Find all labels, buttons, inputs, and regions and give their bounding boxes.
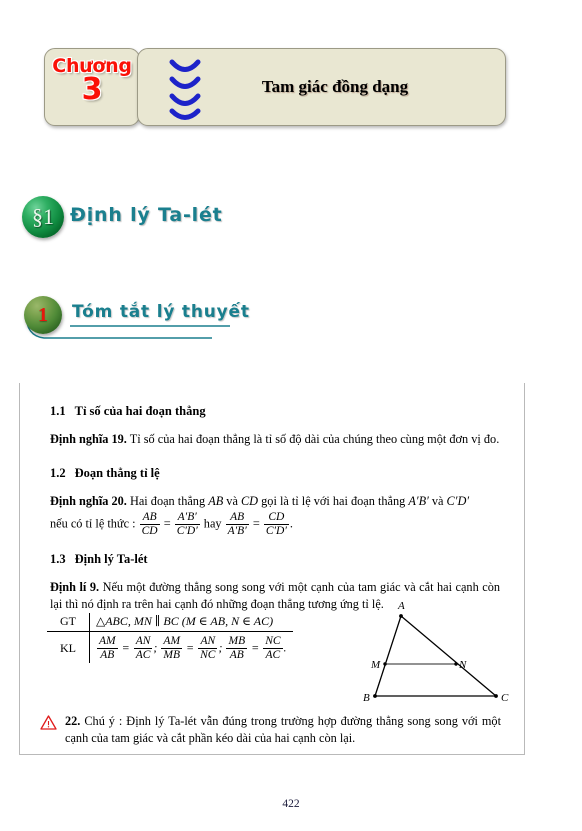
- chapter-title: Tam giác đồng dạng: [261, 77, 409, 96]
- definition-19-label: Định nghĩa 19.: [50, 432, 127, 446]
- gt-kl-block: GT △ABC, MN ∥ BC (M ∈ AB, N ∈ AC) KL AM …: [47, 613, 337, 663]
- spiral-binding-icon: [169, 59, 201, 120]
- fraction-am-over-mb: AM MB: [161, 635, 183, 662]
- fraction-numerator: AB: [142, 511, 157, 523]
- fraction-numerator: AN: [135, 635, 151, 647]
- definition-19-text: Tỉ số của hai đoạn thẳng là tỉ số độ dài…: [129, 432, 500, 446]
- subhead-1-1-number: 1.1: [50, 404, 66, 418]
- subhead-1-1: 1.1 Tỉ số của hai đoạn thẳng: [50, 403, 500, 419]
- figure-label-M: M: [370, 659, 381, 671]
- fraction-an-over-nc: AN NC: [198, 635, 218, 662]
- fraction-denominator: AC: [263, 648, 283, 662]
- note-body: Chú ý : Định lý Ta-lét vẫn đúng trong tr…: [65, 714, 501, 745]
- subsection-heading: 1 Tóm tắt lý thuyết: [22, 296, 342, 344]
- chapter-label-group: Chương 3: [44, 56, 140, 105]
- definition-19: Định nghĩa 19. Tỉ số của hai đoạn thẳng …: [50, 431, 500, 448]
- equals-sign: =: [186, 640, 195, 655]
- theorem-9-label: Định lí 9.: [50, 580, 100, 594]
- subhead-1-2: 1.2 Đoạn thẳng tỉ lệ: [50, 465, 500, 481]
- definition-20-text-2: gọi là tỉ lệ với hai đoạn thẳng: [261, 494, 406, 508]
- chapter-number: 3: [81, 72, 103, 107]
- section-badge-label: §1: [32, 204, 54, 229]
- chapter-header: Chương 3 Tam giác đồng dạng: [44, 48, 506, 126]
- fraction-denominator: MB: [161, 648, 183, 661]
- equation-period: .: [289, 516, 293, 531]
- conj-1: và: [226, 494, 238, 508]
- fraction-am-over-ab: AM AB: [97, 635, 118, 662]
- figure-label-A: A: [397, 600, 405, 612]
- fraction-numerator: CD: [268, 511, 285, 523]
- fraction-numerator: MB: [228, 635, 246, 647]
- section-heading: §1 Định lý Ta-lét: [22, 196, 322, 242]
- fraction-denominator: NC: [198, 648, 218, 661]
- subhead-1-1-text: Tỉ số của hai đoạn thẳng: [74, 404, 206, 418]
- fraction-denominator: C′D′: [263, 524, 289, 537]
- kl-row: KL AM AB = AN AC ; AM MB = AN NC ; MB AB…: [47, 631, 293, 664]
- separator-1: ;: [153, 640, 158, 655]
- figure-label-N: N: [458, 659, 467, 671]
- fraction-denominator: AB: [226, 648, 248, 662]
- triangle-figure: A B C M N: [363, 600, 509, 704]
- warning-triangle-icon: [40, 715, 57, 730]
- definition-20-text-3: nếu có tỉ lệ thức :: [50, 516, 136, 531]
- segment-cpdp: C′D′: [446, 494, 470, 508]
- figure-label-B: B: [363, 692, 370, 704]
- equation-joiner: hay: [203, 516, 222, 531]
- conj-2: và: [431, 494, 444, 508]
- fraction-numerator: AB: [230, 511, 245, 523]
- gt-label: GT: [47, 613, 90, 632]
- fraction-denominator: AB: [97, 648, 118, 662]
- kl-label: KL: [47, 631, 90, 663]
- definition-20-label: Định nghĩa 20.: [50, 494, 127, 508]
- fraction-nc-over-ac: NC AC: [263, 635, 283, 662]
- segment-apbp: A′B′: [408, 494, 429, 508]
- fraction-denominator: CD: [139, 524, 160, 537]
- fraction-denominator: C′D′: [174, 524, 200, 537]
- fraction-denominator: A′B′: [225, 524, 249, 537]
- subhead-1-2-text: Đoạn thẳng tỉ lệ: [74, 466, 160, 480]
- fraction-denominator: AC: [133, 648, 153, 661]
- fraction-numerator: AN: [200, 635, 216, 647]
- fraction-numerator: A′B′: [177, 511, 197, 523]
- separator-3: .: [283, 640, 287, 655]
- subhead-1-3-text: Định lý Ta-lét: [74, 552, 148, 566]
- section-title: Định lý Ta-lét: [70, 204, 223, 226]
- note-text: 22. Chú ý : Định lý Ta-lét vẫn đúng tron…: [49, 713, 501, 747]
- fraction-mb-over-ab: MB AB: [226, 635, 248, 662]
- separator-2: ;: [218, 640, 223, 655]
- note-block: 22. Chú ý : Định lý Ta-lét vẫn đúng tron…: [40, 713, 501, 747]
- equals-sign-1: =: [163, 516, 171, 531]
- figure-label-C: C: [501, 692, 509, 704]
- fraction-numerator: AM: [99, 635, 116, 647]
- subsection-title: Tóm tắt lý thuyết: [72, 302, 250, 322]
- subhead-1-3-number: 1.3: [50, 552, 66, 566]
- equals-sign-2: =: [252, 516, 260, 531]
- segment-ab: AB: [208, 494, 224, 508]
- definition-20-text-1: Hai đoạn thẳng: [129, 494, 206, 508]
- subhead-1-3: 1.3 Định lý Ta-lét: [50, 551, 500, 567]
- definition-20-equation-line: nếu có tỉ lệ thức : AB CD = A′B′ C′D′ ha…: [50, 511, 500, 538]
- fraction-ab-over-apbp: AB A′B′: [225, 511, 249, 538]
- subsection-badge-label: 1: [38, 303, 48, 326]
- subhead-1-2-number: 1.2: [50, 466, 66, 480]
- page-number: 422: [282, 798, 300, 810]
- equals-sign: =: [121, 640, 130, 655]
- fraction-cd-over-cpdp: CD C′D′: [263, 511, 289, 538]
- note-number: 22.: [65, 714, 81, 728]
- equals-sign: =: [251, 640, 260, 655]
- gt-kl-table: GT △ABC, MN ∥ BC (M ∈ AB, N ∈ AC) KL AM …: [47, 613, 293, 663]
- segment-cd: CD: [240, 494, 259, 508]
- gt-value: △ABC, MN ∥ BC (M ∈ AB, N ∈ AC): [89, 613, 293, 632]
- theory-content-inner: 1.1 Tỉ số của hai đoạn thẳng Định nghĩa 1…: [50, 383, 500, 613]
- gt-row: GT △ABC, MN ∥ BC (M ∈ AB, N ∈ AC): [47, 613, 293, 632]
- fraction-numerator: AM: [163, 635, 181, 647]
- fraction-an-over-ac: AN AC: [133, 635, 153, 662]
- fraction-apbp-over-cpdp: A′B′ C′D′: [174, 511, 200, 538]
- kl-value: AM AB = AN AC ; AM MB = AN NC ; MB AB = …: [90, 632, 293, 664]
- fraction-ab-over-cd: AB CD: [139, 511, 160, 538]
- definition-20: Định nghĩa 20. Hai đoạn thẳng AB và CD g…: [50, 493, 500, 510]
- fraction-numerator: NC: [265, 635, 281, 647]
